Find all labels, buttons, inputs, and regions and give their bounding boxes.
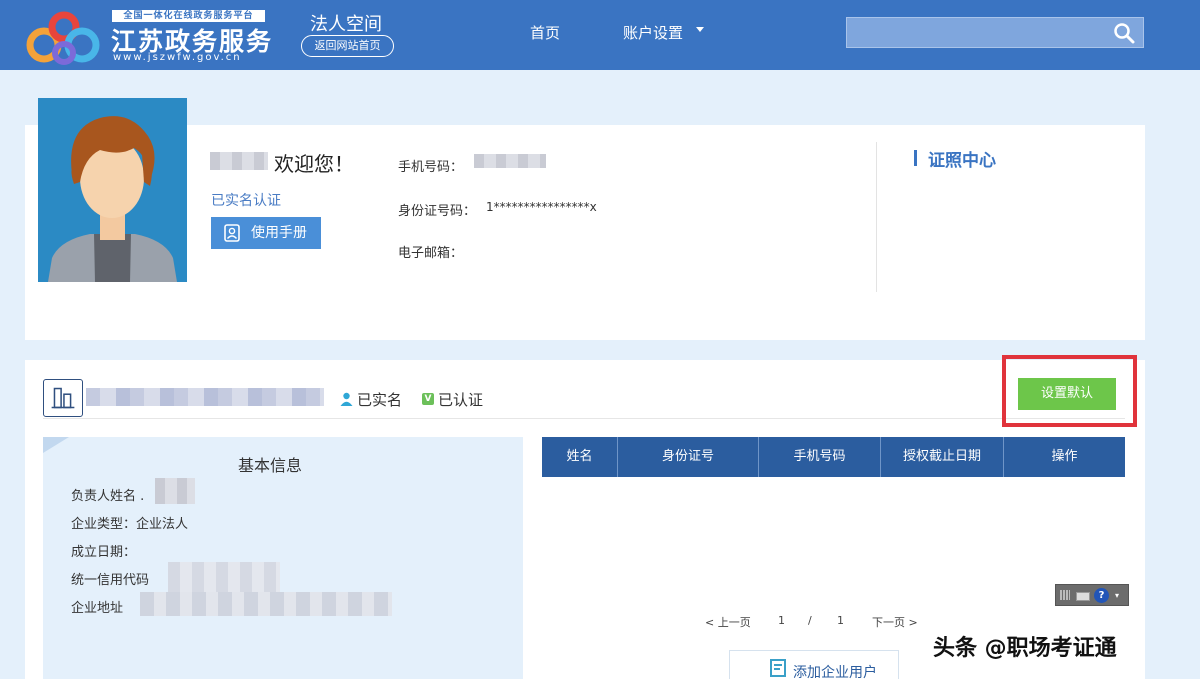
avatar-illustration (38, 98, 187, 282)
space-title: 法人空间 (310, 14, 382, 35)
email-label: 电子邮箱： (398, 246, 464, 261)
nav-home-link[interactable]: 首页 (530, 22, 560, 43)
search-icon[interactable] (1113, 22, 1135, 44)
credit-code-field: 统一信用代码 (71, 573, 150, 588)
column-header: 授权截止日期 (881, 437, 1004, 477)
prev-page-link[interactable]: < 上一页 (705, 614, 751, 630)
search-input[interactable] (846, 17, 1144, 48)
section-marker (914, 150, 917, 166)
panel-corner-decoration (43, 437, 69, 453)
watermark-text: 头条 @职场考证通 (933, 636, 1117, 661)
input-method-toolbar[interactable]: ? ▾ (1055, 584, 1129, 606)
total-pages: 1 (837, 614, 844, 627)
logo-url: www.jszwfw.gov.cn (113, 52, 242, 63)
company-type-field: 企业类型：企业法人 (71, 517, 189, 532)
column-header: 操作 (1051, 449, 1078, 464)
company-name-redacted (86, 388, 324, 406)
add-company-user-button[interactable]: 添加企业用户 (729, 650, 899, 679)
phone-value-redacted (474, 154, 546, 168)
keyboard-icon[interactable] (1076, 592, 1090, 601)
page-separator: / (808, 614, 812, 627)
verified-status: 已实名认证 (211, 193, 281, 209)
column-header: 姓名 (542, 437, 618, 477)
back-to-home-button[interactable]: 返回网站首页 (301, 35, 394, 57)
logo-tagline: 全国一体化在线政务服务平台 (112, 10, 265, 22)
avatar (38, 98, 187, 282)
column-header: 身份证号 (618, 437, 759, 477)
user-manual-label: 使用手册 (251, 225, 307, 241)
user-table-header: 姓名 身份证号 手机号码 授权截止日期 操作 (542, 437, 1125, 477)
divider (43, 418, 1125, 419)
top-header: 全国一体化在线政务服务平台 江苏政务服务 www.jszwfw.gov.cn 法… (0, 0, 1200, 70)
current-page: 1 (778, 614, 785, 627)
chevron-down-icon[interactable] (696, 27, 704, 32)
address-field: 企业地址 (71, 601, 124, 616)
set-default-button[interactable]: 设置默认 (1018, 378, 1116, 410)
next-page-link[interactable]: 下一页 > (872, 614, 918, 630)
manager-field: 负责人姓名 . (71, 489, 145, 504)
divider (876, 142, 877, 292)
column-header: 手机号码 (759, 437, 881, 477)
add-company-user-label: 添加企业用户 (793, 665, 877, 679)
realname-status: 已实名 (357, 391, 403, 409)
basic-info-title: 基本信息 (238, 456, 303, 475)
phone-label: 手机号码： (398, 160, 464, 175)
certified-status: 已认证 (438, 391, 484, 409)
drag-handle-icon[interactable] (1060, 590, 1070, 600)
welcome-text: 欢迎您！ (274, 152, 354, 176)
user-badge-icon (224, 224, 240, 242)
document-icon (770, 659, 786, 677)
address-redacted (140, 592, 392, 616)
id-value: 1****************x (486, 200, 597, 214)
user-manual-button[interactable]: 使用手册 (211, 217, 321, 249)
user-name-redacted (210, 152, 268, 170)
person-icon (340, 392, 353, 406)
credit-code-redacted (168, 562, 280, 592)
nav-account-settings[interactable]: 账户设置 (623, 22, 683, 43)
id-label: 身份证号码： (398, 204, 477, 219)
chevron-down-icon[interactable]: ▾ (1115, 591, 1119, 600)
verified-badge-icon: V (422, 393, 434, 405)
help-icon[interactable]: ? (1094, 588, 1109, 603)
cert-center-link[interactable]: 证照中心 (928, 146, 996, 171)
manager-value-redacted (155, 478, 195, 504)
logo-icon (26, 11, 100, 65)
building-icon (43, 379, 83, 417)
founded-date-field: 成立日期： (71, 545, 137, 560)
